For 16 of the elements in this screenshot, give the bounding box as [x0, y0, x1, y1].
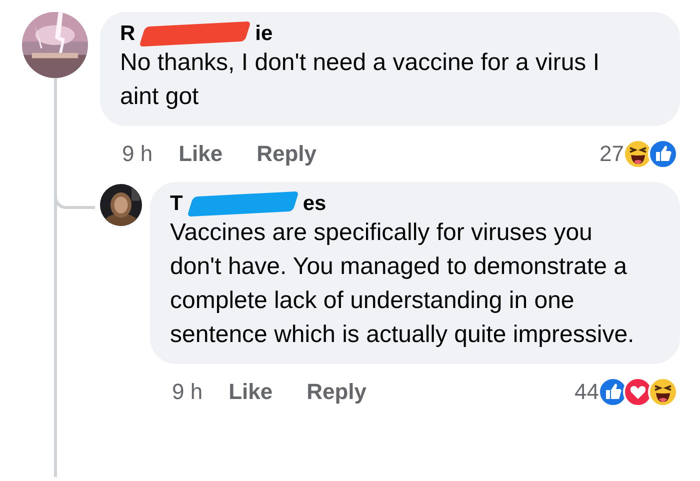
comment-text: Vaccines are specifically for viruses you don't have. You managed to demonstrate a complete lack of understanding in one sentence which is actually quite impressive. [170, 218, 636, 350]
timestamp: 9 h [122, 141, 153, 167]
author-name: T [170, 192, 183, 216]
timestamp: 9 h [172, 379, 203, 405]
reaction-count: 44 [574, 379, 599, 405]
laughing-emoji-icon [648, 377, 678, 407]
author-name: es [302, 192, 326, 216]
action-link[interactable]: Like [178, 141, 223, 167]
author-name: R [120, 22, 136, 46]
action-link[interactable]: Like [228, 379, 273, 405]
like-reaction-icon [648, 139, 678, 169]
comment-text: No thanks, I don't need a vaccine for a virus I aint got [120, 48, 601, 112]
author-name: ie [255, 22, 273, 46]
action-link[interactable]: Reply [306, 379, 367, 405]
action-link[interactable]: Reply [256, 141, 317, 167]
reaction-count: 27 [600, 141, 624, 167]
